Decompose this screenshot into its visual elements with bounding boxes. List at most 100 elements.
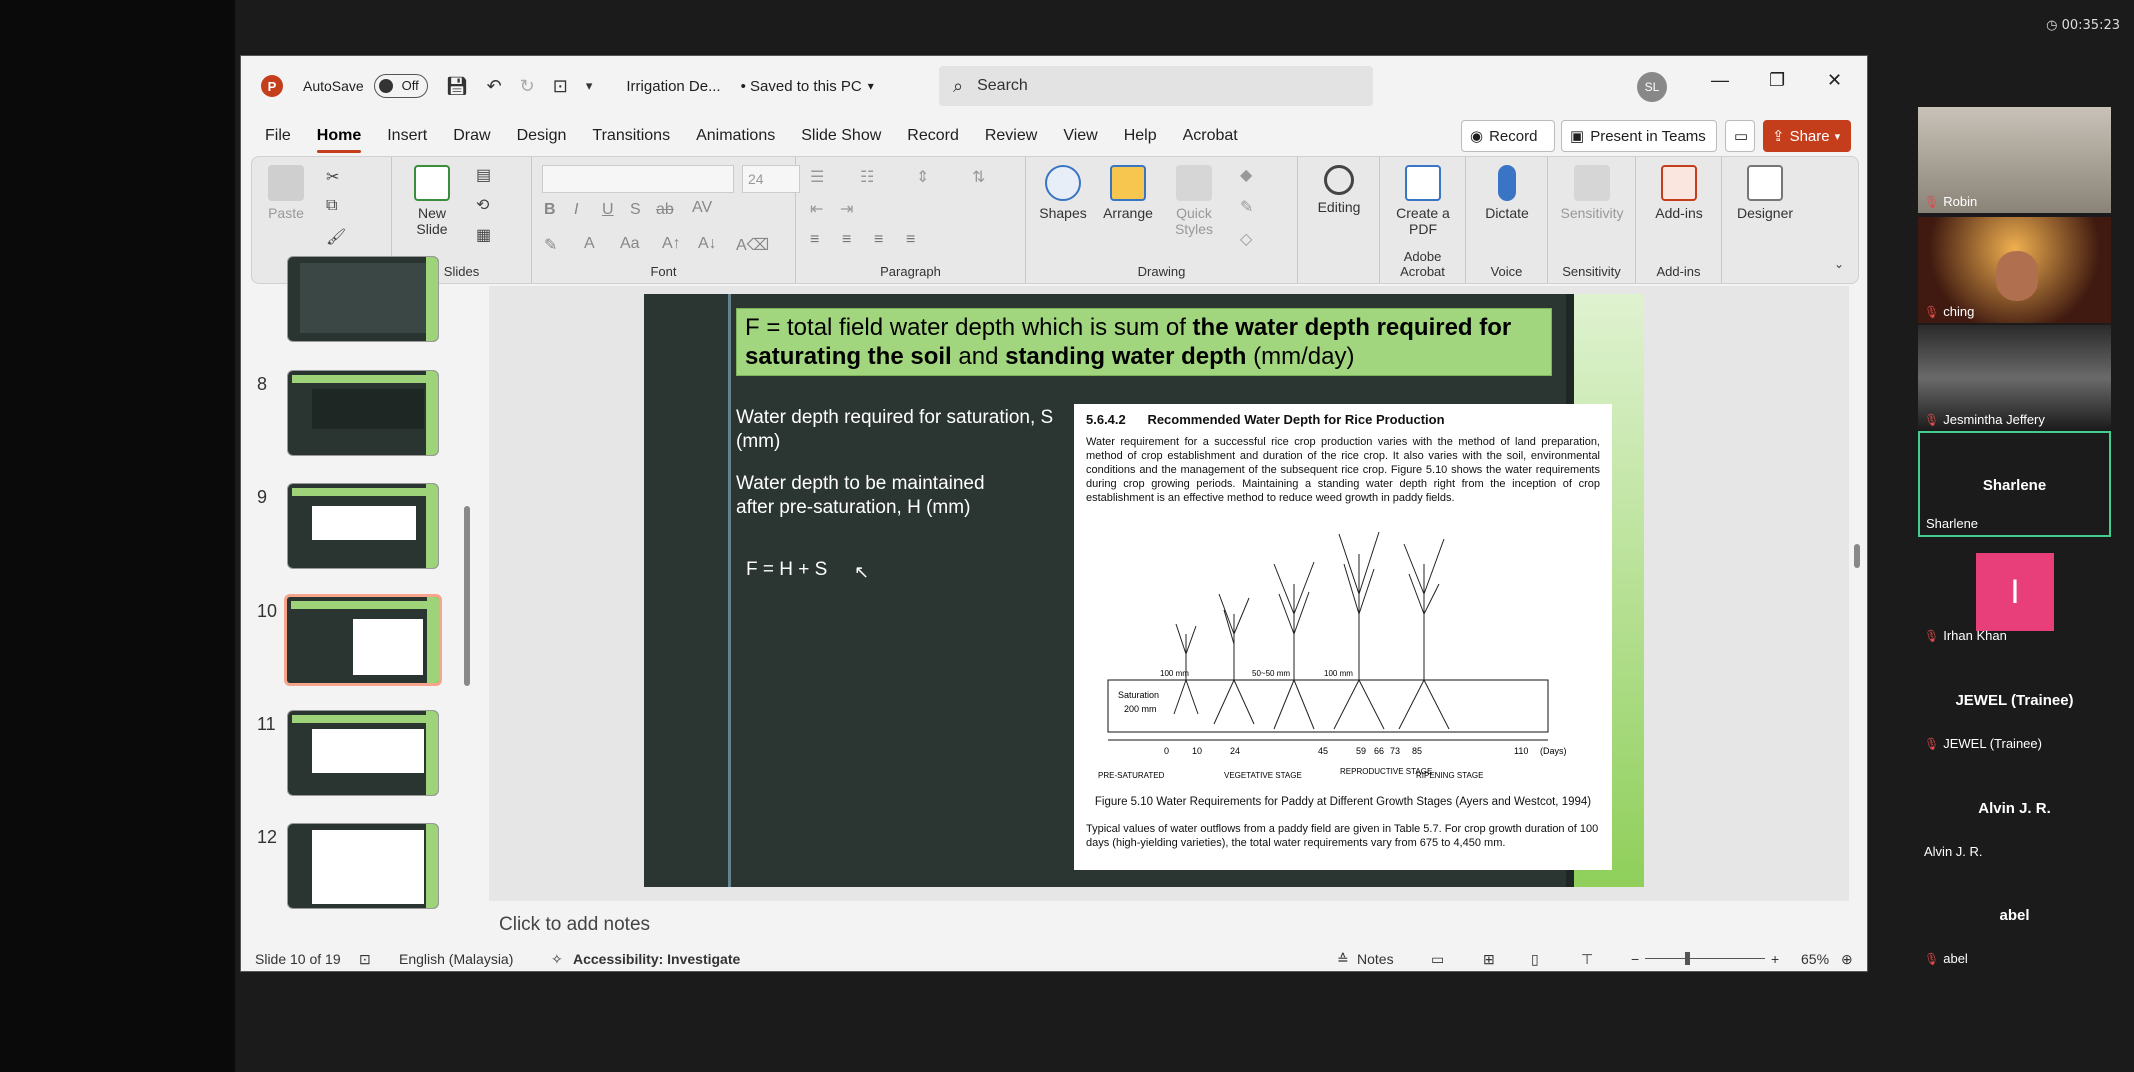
tab-slide-show[interactable]: Slide Show xyxy=(801,127,881,145)
create-pdf-button[interactable]: Create a PDF xyxy=(1388,165,1458,237)
editing-button[interactable]: Editing xyxy=(1310,165,1368,215)
slide-thumbnail[interactable] xyxy=(287,483,439,569)
increase-indent-icon[interactable]: ⇥ xyxy=(840,199,853,219)
participant-tile[interactable]: I 🎙︎ Irhan Khan xyxy=(1918,541,2111,647)
tab-insert[interactable]: Insert xyxy=(387,127,427,145)
bullets-icon[interactable]: ☰ xyxy=(810,167,824,187)
designer-button[interactable]: Designer xyxy=(1730,165,1800,221)
reading-view-icon[interactable]: ▯ xyxy=(1531,951,1539,968)
shape-effects-icon[interactable]: ◇ xyxy=(1240,229,1252,249)
paste-button[interactable]: Paste xyxy=(266,165,306,221)
comments-button[interactable]: ▭ xyxy=(1725,120,1755,152)
zoom-slider-thumb[interactable] xyxy=(1685,952,1690,965)
participant-tile[interactable]: abel 🎙︎ abel xyxy=(1918,864,2111,970)
italic-icon[interactable]: I xyxy=(574,201,578,219)
tab-draw[interactable]: Draw xyxy=(453,127,490,145)
save-icon[interactable]: 💾︎ xyxy=(446,76,469,97)
tab-record[interactable]: Record xyxy=(907,127,959,145)
present-in-teams-button[interactable]: ▣ Present in Teams xyxy=(1561,120,1717,152)
strikethrough-icon[interactable]: ab xyxy=(656,201,674,219)
bold-icon[interactable]: B xyxy=(544,201,556,219)
close-icon[interactable]: ✕ xyxy=(1827,70,1842,91)
participant-tile[interactable]: 🎙︎ ching xyxy=(1918,217,2111,323)
dictate-button[interactable]: Dictate xyxy=(1476,165,1538,221)
slide-title-box[interactable]: F = total field water depth which is sum… xyxy=(736,308,1552,376)
text-direction-icon[interactable]: ⇅ xyxy=(972,167,985,187)
add-ins-button[interactable]: Add-ins xyxy=(1646,165,1712,221)
thumbnail-row[interactable]: 11 xyxy=(251,710,481,800)
thumbnail-scrollbar[interactable] xyxy=(461,286,473,943)
restore-icon[interactable]: ❐ xyxy=(1769,70,1785,91)
clear-format-icon[interactable]: A⌫ xyxy=(736,235,769,255)
reset-icon[interactable]: ⟲ xyxy=(476,195,489,215)
participant-tile[interactable]: JEWEL (Trainee) 🎙︎ JEWEL (Trainee) xyxy=(1918,649,2111,755)
spellcheck-icon[interactable]: ⊡ xyxy=(359,951,371,968)
tab-animations[interactable]: Animations xyxy=(696,127,775,145)
layout-icon[interactable]: ▤ xyxy=(476,165,491,185)
zoom-level[interactable]: 65% xyxy=(1801,951,1829,967)
thumbnail-row[interactable]: 8 xyxy=(251,370,481,460)
shrink-font-icon[interactable]: A↓ xyxy=(698,235,717,253)
formula-text[interactable]: F = H + S xyxy=(746,558,827,582)
document-title[interactable]: Irrigation De... xyxy=(626,78,720,95)
tab-help[interactable]: Help xyxy=(1124,127,1157,145)
save-status[interactable]: • Saved to this PC xyxy=(741,78,862,95)
participant-tile[interactable]: Alvin J. R. Alvin J. R. xyxy=(1918,757,2111,863)
slide-thumbnail[interactable] xyxy=(287,823,439,909)
slide-thumbnail[interactable] xyxy=(287,256,439,342)
normal-view-icon[interactable]: ▭ xyxy=(1431,951,1444,968)
maintain-text[interactable]: Water depth to be maintained after pre-s… xyxy=(736,472,1026,520)
slide-thumbnail-active[interactable] xyxy=(284,594,442,686)
tab-review[interactable]: Review xyxy=(985,127,1037,145)
search-box[interactable]: ⌕ Search xyxy=(939,66,1373,106)
participant-tile[interactable]: 🎙︎ Robin xyxy=(1918,107,2111,213)
line-spacing-icon[interactable]: ⇕ xyxy=(916,167,929,187)
autosave-toggle[interactable]: Off xyxy=(373,74,428,98)
slide-thumbnail[interactable] xyxy=(287,710,439,796)
section-icon[interactable]: ▦ xyxy=(476,225,491,245)
align-center-icon[interactable]: ≡ xyxy=(842,231,851,249)
language[interactable]: English (Malaysia) xyxy=(399,951,513,967)
align-left-icon[interactable]: ≡ xyxy=(810,231,819,249)
zoom-slider[interactable] xyxy=(1645,958,1765,959)
shape-fill-icon[interactable]: ◆ xyxy=(1240,165,1252,185)
shadow-icon[interactable]: S xyxy=(630,201,641,219)
font-name-box[interactable] xyxy=(542,165,734,193)
quick-styles-button[interactable]: Quick Styles xyxy=(1166,165,1222,237)
align-right-icon[interactable]: ≡ xyxy=(874,231,883,249)
font-size-box[interactable]: 24 xyxy=(742,165,800,193)
tab-home[interactable]: Home xyxy=(316,127,362,153)
tab-file[interactable]: File xyxy=(265,127,291,145)
thumbnail-row[interactable]: 12 xyxy=(251,823,481,913)
notes-toggle[interactable]: Notes xyxy=(1357,951,1394,967)
participant-tile-speaking[interactable]: Sharlene Sharlene xyxy=(1918,431,2111,537)
char-spacing-icon[interactable]: AV xyxy=(692,199,712,217)
collapse-ribbon-icon[interactable]: ⌄ xyxy=(1834,257,1844,271)
cut-icon[interactable]: ✂ xyxy=(326,167,339,187)
tab-view[interactable]: View xyxy=(1063,127,1097,145)
slide-thumbnail[interactable] xyxy=(287,370,439,456)
fit-to-window-icon[interactable]: ⊕ xyxy=(1841,951,1853,968)
font-color-icon[interactable]: A xyxy=(584,235,595,253)
tab-design[interactable]: Design xyxy=(517,127,567,145)
grow-font-icon[interactable]: A↑ xyxy=(662,235,681,253)
participant-tile[interactable]: 🎙︎ Jesmintha Jeffery xyxy=(1918,325,2111,431)
canvas-scrollbar[interactable] xyxy=(1851,286,1863,901)
saturation-text[interactable]: Water depth required for saturation, S (… xyxy=(736,406,1066,454)
tab-transitions[interactable]: Transitions xyxy=(592,127,670,145)
notes-pane[interactable]: Click to add notes xyxy=(489,903,1849,943)
accessibility-icon[interactable]: ✧ xyxy=(551,951,563,968)
present-icon[interactable]: ⊡ xyxy=(553,76,568,97)
slide[interactable]: F = total field water depth which is sum… xyxy=(644,294,1644,887)
new-slide-button[interactable]: New Slide xyxy=(402,165,462,237)
share-button[interactable]: ⇪ Share ▾ xyxy=(1763,120,1851,152)
slide-sorter-icon[interactable]: ⊞ xyxy=(1483,951,1495,968)
numbering-icon[interactable]: ☷ xyxy=(860,167,874,187)
sensitivity-button[interactable]: Sensitivity xyxy=(1554,165,1630,221)
customize-qat-icon[interactable]: ▾ xyxy=(586,78,593,94)
tab-acrobat[interactable]: Acrobat xyxy=(1183,127,1238,145)
format-painter-icon[interactable]: 🖌︎ xyxy=(326,227,346,247)
copy-icon[interactable]: ⧉ xyxy=(326,197,337,215)
shapes-button[interactable]: Shapes xyxy=(1036,165,1090,221)
case-icon[interactable]: Aa xyxy=(620,235,640,253)
